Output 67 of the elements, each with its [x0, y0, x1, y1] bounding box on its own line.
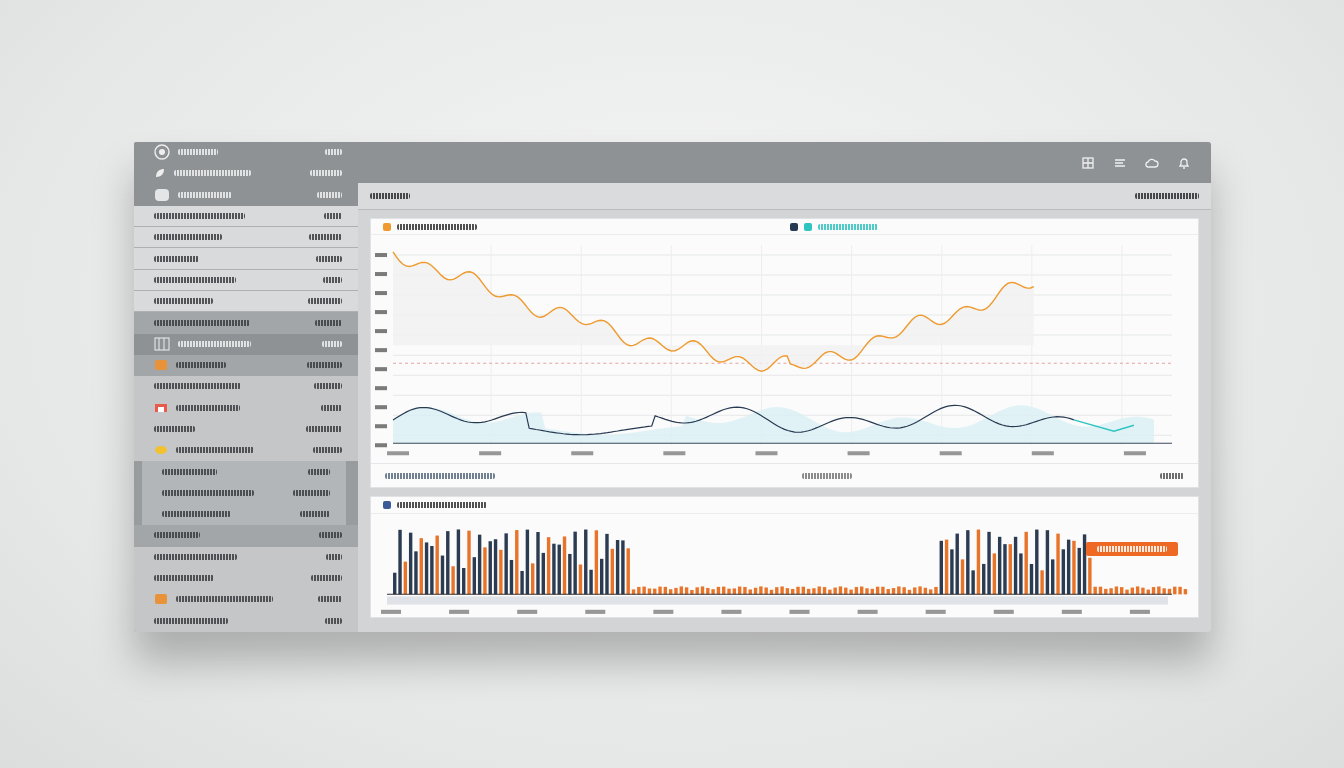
- sidebar-item[interactable]: [133, 269, 358, 292]
- illegible-text: [307, 468, 330, 475]
- illegible-text: [318, 532, 342, 539]
- illegible-text: [299, 511, 330, 518]
- illegible-text: [177, 149, 218, 156]
- sidebar-item[interactable]: [133, 291, 358, 313]
- sidebar-item[interactable]: [133, 227, 358, 249]
- sidebar-item[interactable]: [133, 546, 358, 568]
- illegible-text: [292, 489, 330, 496]
- illegible-text: [175, 362, 226, 369]
- sidebar-item[interactable]: [133, 312, 358, 334]
- illegible-text: [802, 472, 852, 479]
- illegible-text: [325, 553, 342, 560]
- sidebar-item[interactable]: [141, 504, 346, 526]
- illegible-text: [153, 255, 199, 262]
- illegible-text: [369, 193, 410, 199]
- sidebar-item[interactable]: [133, 248, 358, 270]
- folder-icon: [153, 593, 168, 606]
- sidebar-item[interactable]: [133, 184, 358, 206]
- illegible-text: [153, 575, 214, 582]
- illegible-text: [308, 234, 342, 241]
- illegible-text: [1134, 193, 1199, 199]
- folder-icon: [153, 359, 168, 372]
- app-icon[interactable]: [153, 187, 170, 202]
- illegible-text: [153, 298, 213, 305]
- logo-icon: [153, 144, 170, 161]
- illegible-text: [306, 362, 342, 369]
- illegible-text: [153, 234, 222, 241]
- illegible-text: [313, 383, 342, 390]
- grid-icon[interactable]: [1080, 155, 1095, 170]
- illegible-text: [153, 532, 200, 539]
- sidebar-item[interactable]: [133, 354, 358, 377]
- sidebar-item[interactable]: [141, 461, 346, 483]
- illegible-text: [153, 426, 195, 432]
- illegible-text: [323, 213, 342, 220]
- illegible-text: [161, 468, 217, 475]
- illegible-text: [1159, 472, 1184, 479]
- illegible-text: [321, 340, 342, 347]
- illegible-text: [314, 319, 342, 326]
- sidebar-item[interactable]: [133, 440, 358, 462]
- illegible-text: [320, 404, 342, 411]
- bell-icon[interactable]: [1176, 155, 1191, 170]
- sidebar-item[interactable]: [133, 376, 358, 398]
- illegible-text: [310, 575, 342, 582]
- illegible-text: [177, 191, 232, 198]
- illegible-text: [315, 255, 342, 262]
- chart-icon: [382, 501, 391, 509]
- grid-icon: [153, 336, 170, 351]
- illegible-text: [305, 426, 342, 432]
- illegible-text: [307, 298, 342, 305]
- leaf-icon: [153, 167, 166, 180]
- illegible-text: [309, 170, 342, 177]
- illegible-text: [324, 617, 342, 624]
- sidebar-item[interactable]: [133, 205, 358, 228]
- sidebar-item[interactable]: [133, 525, 358, 547]
- flag-icon: [153, 402, 168, 413]
- illegible-text: [312, 447, 342, 454]
- illegible-text: [161, 511, 231, 518]
- illegible-text: [1096, 546, 1167, 552]
- illegible-text: [324, 149, 342, 156]
- illegible-text: [322, 276, 342, 283]
- illegible-text: [317, 596, 342, 603]
- illegible-text: [175, 404, 240, 411]
- illegible-text: [316, 191, 342, 198]
- tag-icon: [153, 445, 168, 456]
- illegible-text: [818, 223, 878, 230]
- sidebar-item[interactable]: [133, 610, 358, 632]
